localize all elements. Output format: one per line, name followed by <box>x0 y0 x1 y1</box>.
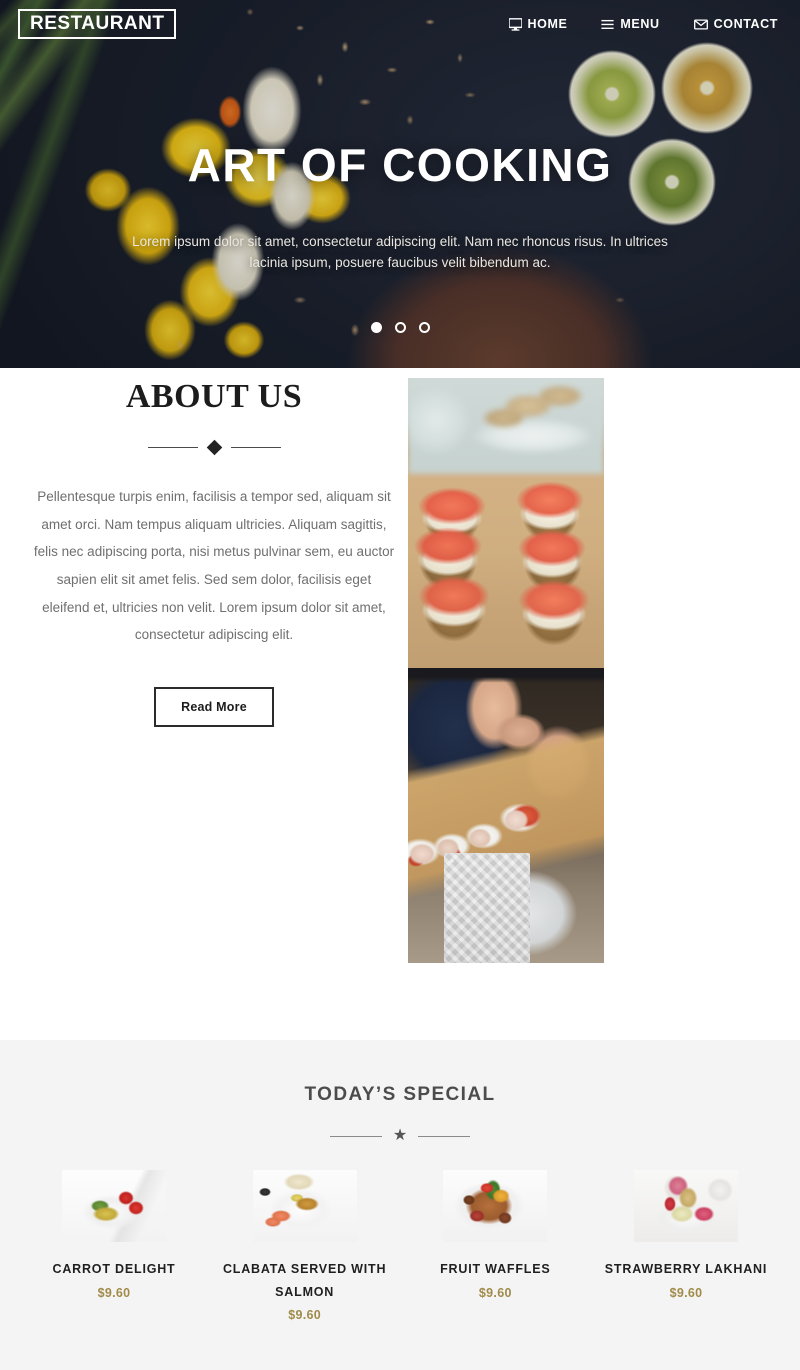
special-item-card[interactable]: CLABATA SERVED WITH SALMON $9.60 <box>219 1170 391 1322</box>
hero-title: ART OF COOKING <box>187 139 613 191</box>
about-section: ABOUT US Pellentesque turpis enim, facil… <box>0 368 800 1040</box>
canapes-background-blur <box>408 378 604 474</box>
envelope-icon <box>693 18 708 31</box>
special-item-price: $9.60 <box>97 1285 131 1300</box>
divider-line-left <box>329 1135 382 1137</box>
divider-line-right <box>418 1135 471 1137</box>
nav-item-menu-label: MENU <box>620 17 660 31</box>
about-title: ABOUT US <box>125 378 303 415</box>
special-item-thumbnail <box>62 1170 166 1242</box>
special-item-thumbnail <box>252 1170 357 1242</box>
hero-content: ART OF COOKING Lorem ipsum dolor sit ame… <box>0 140 800 274</box>
carousel-dots <box>0 322 800 333</box>
about-image-canapes <box>408 378 604 668</box>
about-divider <box>28 439 400 456</box>
special-item-name: CARROT DELIGHT <box>52 1262 176 1276</box>
about-image-serving <box>408 668 604 963</box>
special-items-grid: CARROT DELIGHT $9.60 CLABATA SERVED WITH… <box>0 1144 800 1322</box>
hero-subtitle: Lorem ipsum dolor sit amet, consectetur … <box>132 233 668 271</box>
special-item-card[interactable]: STRAWBERRY LAKHANI $9.60 <box>600 1170 772 1322</box>
nav-item-home[interactable]: HOME <box>508 17 568 31</box>
site-logo[interactable]: RESTAURANT <box>18 9 177 39</box>
about-text-column: ABOUT US Pellentesque turpis enim, facil… <box>28 378 400 728</box>
special-item-price: $9.60 <box>478 1285 512 1300</box>
carousel-dot-1[interactable] <box>370 322 382 333</box>
carousel-dot-2[interactable] <box>394 322 406 333</box>
special-title: TODAY’S SPECIAL <box>304 1084 496 1105</box>
monitor-icon <box>508 17 522 31</box>
special-item-name: CLABATA SERVED WITH SALMON <box>222 1262 387 1299</box>
divider-line-left <box>147 447 198 448</box>
about-image-column <box>408 378 604 963</box>
star-icon: ★ <box>392 1127 408 1144</box>
hero-section: RESTAURANT HOME MENU CONTACT ART OF COOK… <box>0 0 800 368</box>
nav-item-contact[interactable]: CONTACT <box>693 17 778 31</box>
special-item-price: $9.60 <box>669 1285 703 1300</box>
special-item-thumbnail <box>633 1170 738 1242</box>
diamond-icon <box>206 439 222 456</box>
special-item-price: $9.60 <box>288 1308 322 1322</box>
special-item-name: STRAWBERRY LAKHANI <box>604 1262 768 1276</box>
special-item-card[interactable]: CARROT DELIGHT $9.60 <box>28 1170 200 1322</box>
top-navigation-bar: RESTAURANT HOME MENU CONTACT <box>0 0 800 48</box>
about-body-text: Pellentesque turpis enim, facilisis a te… <box>33 489 395 643</box>
todays-special-section: TODAY’S SPECIAL ★ CARROT DELIGHT $9.60 C… <box>0 1040 800 1370</box>
knit-texture <box>444 853 530 963</box>
special-divider: ★ <box>0 1128 800 1144</box>
nav-item-contact-label: CONTACT <box>713 17 778 31</box>
site-logo-text: RESTAURANT <box>30 13 165 34</box>
nav-item-home-label: HOME <box>527 17 568 31</box>
special-item-thumbnail <box>443 1170 548 1242</box>
read-more-button[interactable]: Read More <box>154 687 274 728</box>
nav-item-menu[interactable]: MENU <box>601 17 659 31</box>
special-item-card[interactable]: FRUIT WAFFLES $9.60 <box>409 1170 581 1322</box>
carousel-dot-3[interactable] <box>418 322 430 333</box>
nav-links: HOME MENU CONTACT <box>508 17 779 31</box>
divider-line-right <box>230 447 281 448</box>
hamburger-icon <box>601 18 614 31</box>
special-item-name: FRUIT WAFFLES <box>440 1262 551 1276</box>
